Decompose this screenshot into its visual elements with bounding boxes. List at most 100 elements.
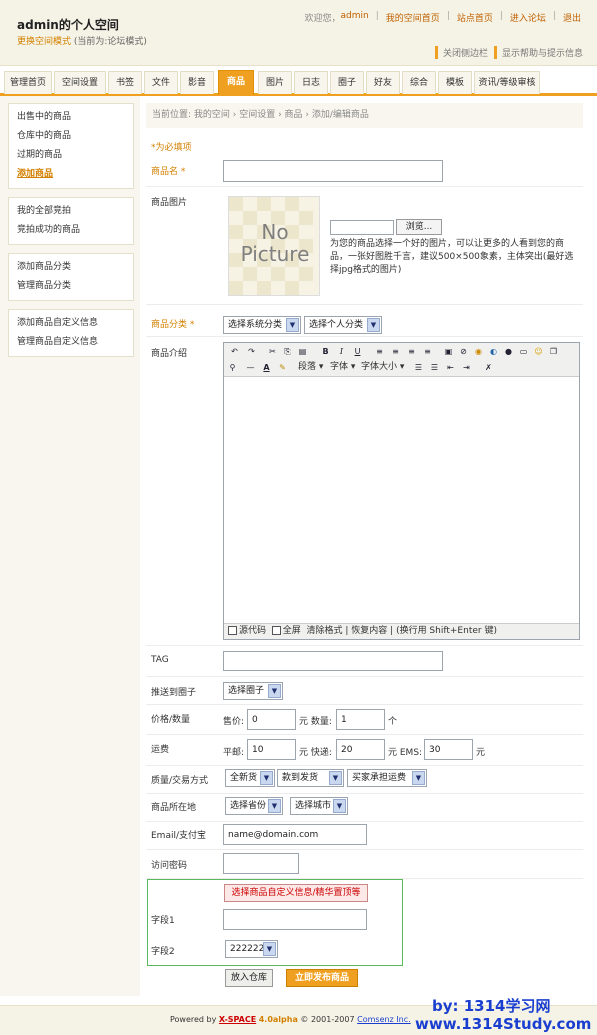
price-prefix: 售价: — [223, 717, 245, 727]
quantity-input[interactable]: 1 — [336, 709, 385, 730]
sidebar-item-expired[interactable]: 过期的商品 — [9, 146, 133, 165]
editor-body[interactable] — [224, 378, 579, 623]
tab-circles[interactable]: 圈子 — [330, 71, 364, 94]
link-icon[interactable]: ⊘ — [458, 346, 469, 357]
align-left-icon[interactable]: ≡ — [374, 346, 385, 357]
source-code-checkbox[interactable] — [228, 626, 237, 635]
find-icon[interactable]: ⚲ — [227, 362, 238, 373]
field1-input[interactable] — [223, 909, 367, 930]
media-icon[interactable]: ◉ — [473, 346, 484, 357]
label-field1: 字段1 — [151, 916, 175, 926]
underline-icon[interactable]: U — [352, 346, 363, 357]
publish-button[interactable]: 立即发布商品 — [286, 969, 358, 987]
align-center-icon[interactable]: ≡ — [390, 346, 401, 357]
sidebar-item-manage-category[interactable]: 管理商品分类 — [9, 277, 133, 296]
clear-format-link[interactable]: 清除格式 — [307, 626, 343, 636]
sidebar-item-add-goods[interactable]: 添加商品 — [9, 165, 133, 184]
restore-content-link[interactable]: 恢复内容 — [351, 626, 387, 636]
ordered-list-icon[interactable]: ☰ — [413, 362, 424, 373]
bold-icon[interactable]: B — [320, 346, 331, 357]
tab-admin-home[interactable]: 管理首页 — [4, 71, 52, 94]
sidebar-item-add-category[interactable]: 添加商品分类 — [9, 258, 133, 277]
tab-blog[interactable]: 日志 — [294, 71, 328, 94]
user-link[interactable]: admin — [341, 11, 373, 24]
close-sidebar-link[interactable]: 关闭侧边栏 — [435, 46, 488, 59]
price-input[interactable]: 0 — [247, 709, 296, 730]
tab-bookmarks[interactable]: 书签 — [108, 71, 142, 94]
link-my-space[interactable]: 我的空间首页 — [382, 11, 444, 24]
sidebar-item-manage-custom[interactable]: 管理商品自定义信息 — [9, 333, 133, 352]
change-mode-link[interactable]: 更换空间模式 — [17, 37, 71, 47]
tab-space-settings[interactable]: 空间设置 — [54, 71, 106, 94]
password-input[interactable] — [223, 853, 299, 874]
email-input[interactable]: name@domain.com — [223, 824, 367, 845]
post-fee-input[interactable]: 10 — [247, 739, 296, 760]
field2-select[interactable]: 222222 ▼ — [225, 940, 278, 958]
font-dropdown[interactable]: 字体 ▾ — [330, 362, 355, 373]
tab-goods[interactable]: 商品 — [218, 70, 254, 95]
unordered-list-icon[interactable]: ☰ — [429, 362, 440, 373]
payment-select[interactable]: 款到发货 ▼ — [277, 769, 344, 787]
label-shipping: 运费 — [151, 745, 170, 755]
justify-icon[interactable]: ≡ — [422, 346, 433, 357]
paragraph-dropdown[interactable]: 段落 ▾ — [298, 362, 323, 373]
sidebar-item-won-auctions[interactable]: 竞拍成功的商品 — [9, 221, 133, 240]
row-password: 访问密码 — [146, 850, 583, 879]
save-to-warehouse-button[interactable]: 放入仓库 — [225, 969, 273, 987]
sidebar-item-add-custom[interactable]: 添加商品自定义信息 — [9, 314, 133, 333]
name-input[interactable] — [223, 160, 443, 182]
smiley-icon[interactable]: ☺ — [533, 346, 544, 357]
browse-button[interactable]: 浏览... — [396, 219, 442, 235]
express-fee-input[interactable]: 20 — [336, 739, 385, 760]
brand-link[interactable]: X-SPACE — [219, 1015, 256, 1024]
sidebar-item-on-sale[interactable]: 出售中的商品 — [9, 108, 133, 127]
quote-icon[interactable]: ❐ — [548, 346, 559, 357]
tab-general[interactable]: 综合 — [402, 71, 436, 94]
tab-media[interactable]: 影音 — [180, 71, 214, 94]
italic-icon[interactable]: I — [336, 346, 347, 357]
table-icon[interactable]: ▭ — [518, 346, 529, 357]
cut-icon[interactable]: ✂ — [267, 346, 278, 357]
video-icon[interactable]: ● — [503, 346, 514, 357]
undo-icon[interactable]: ↶ — [229, 346, 240, 357]
font-size-dropdown[interactable]: 字体大小 ▾ — [361, 362, 404, 373]
quality-select[interactable]: 全新货 ▼ — [225, 769, 275, 787]
system-category-select[interactable]: 选择系统分类 ▼ — [223, 316, 301, 334]
image-file-input[interactable] — [330, 220, 394, 235]
sidebar-item-warehouse[interactable]: 仓库中的商品 — [9, 127, 133, 146]
top-links: 欢迎您， admin | 我的空间首页 | 站点首页 | 进入论坛 | 退出 — [302, 11, 585, 24]
label-email: Email/支付宝 — [151, 831, 207, 841]
image-icon[interactable]: ▣ — [443, 346, 454, 357]
tab-news-level[interactable]: 资讯/等级审核 — [474, 71, 540, 94]
flash-icon[interactable]: ◐ — [488, 346, 499, 357]
horizontal-rule-icon[interactable]: — — [245, 362, 256, 373]
indent-icon[interactable]: ⇥ — [461, 362, 472, 373]
company-link[interactable]: Comsenz Inc. — [357, 1015, 411, 1024]
redo-icon[interactable]: ↷ — [246, 346, 257, 357]
tab-templates[interactable]: 模板 — [438, 71, 472, 94]
province-select[interactable]: 选择省份 ▼ — [225, 797, 283, 815]
fullscreen-checkbox[interactable] — [271, 626, 281, 635]
tag-input[interactable] — [223, 651, 443, 671]
link-site-home[interactable]: 站点首页 — [453, 11, 497, 24]
font-color-icon[interactable]: A — [261, 362, 272, 373]
sidebar-item-my-auctions[interactable]: 我的全部竞拍 — [9, 202, 133, 221]
copy-icon[interactable]: ⎘ — [282, 346, 293, 357]
paste-icon[interactable]: ▤ — [297, 346, 308, 357]
link-logout[interactable]: 退出 — [559, 11, 585, 24]
circle-select[interactable]: 选择圈子 ▼ — [223, 682, 283, 700]
highlight-icon[interactable]: ✎ — [277, 362, 288, 373]
align-right-icon[interactable]: ≡ — [406, 346, 417, 357]
outdent-icon[interactable]: ⇤ — [445, 362, 456, 373]
tab-files[interactable]: 文件 — [144, 71, 178, 94]
personal-category-select[interactable]: 选择个人分类 ▼ — [304, 316, 382, 334]
remove-format-icon[interactable]: ✗ — [483, 362, 494, 373]
tab-friends[interactable]: 好友 — [366, 71, 400, 94]
ems-fee-input[interactable]: 30 — [424, 739, 473, 760]
show-help-link[interactable]: 显示帮助与提示信息 — [494, 46, 583, 59]
custom-info-button[interactable]: 选择商品自定义信息/精华置顶等 — [224, 884, 368, 902]
link-forum[interactable]: 进入论坛 — [506, 11, 550, 24]
shipping-fee-select[interactable]: 买家承担运费 ▼ — [347, 769, 427, 787]
city-select[interactable]: 选择城市 ▼ — [290, 797, 348, 815]
tab-images[interactable]: 图片 — [258, 71, 292, 94]
